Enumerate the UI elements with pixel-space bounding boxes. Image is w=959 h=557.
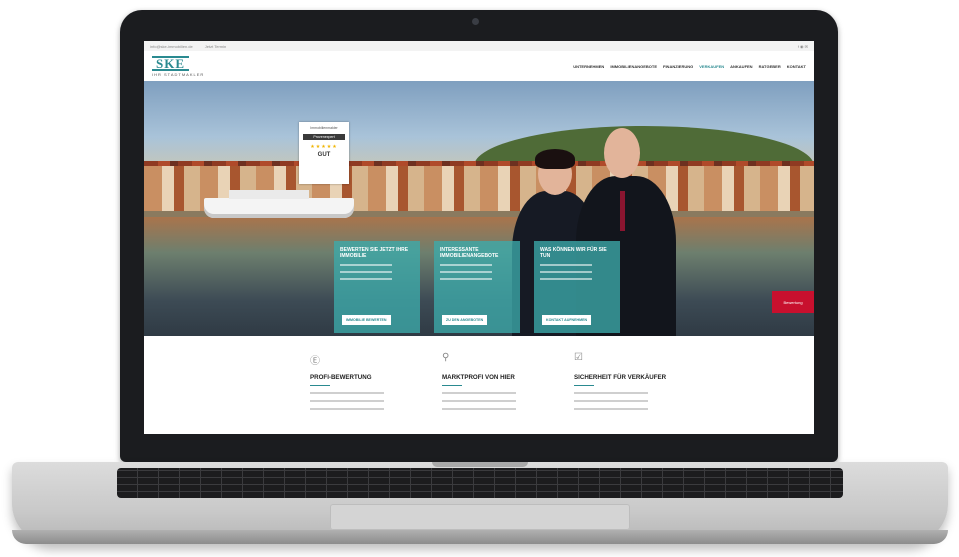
- immobilie-bewerten-button[interactable]: IMMOBILIE BEWERTEN: [342, 315, 391, 325]
- feature-text: [442, 400, 516, 402]
- topbar-email[interactable]: info@ske-immobilien.de: [150, 44, 193, 49]
- feature-text: [310, 408, 384, 410]
- feature-profi-bewertung: Ⓔ PROFI-BEWERTUNG: [310, 352, 384, 434]
- side-tab-bewertung[interactable]: Bewertung: [772, 291, 814, 313]
- social-icons[interactable]: f ◉ ✉: [798, 44, 808, 49]
- card-bullet: [340, 278, 392, 280]
- card-title: INTERESSANTE IMMOBILIENANGEBOTE: [440, 247, 499, 259]
- laptop-screen: info@ske-immobilien.de Jetzt Termin f ◉ …: [144, 41, 814, 434]
- site-logo[interactable]: SKE IHR STADTMAKLER: [152, 55, 205, 77]
- main-nav: UNTERNEHMEN IMMOBILIENANGEBOTE FINANZIER…: [573, 64, 806, 69]
- features-section: Ⓔ PROFI-BEWERTUNG ⚲ MARKTPROFI VON HIER …: [144, 336, 814, 434]
- feature-text: [442, 392, 516, 394]
- feature-text: [310, 400, 384, 402]
- card-bullet: [340, 271, 392, 273]
- logo-mark: SKE: [152, 55, 190, 71]
- card-bullet: [340, 264, 392, 266]
- feature-sicherheit: ☑ SICHERHEIT FÜR VERKÄUFER: [574, 352, 667, 434]
- top-bar: info@ske-immobilien.de Jetzt Termin f ◉ …: [144, 41, 814, 51]
- card-title: BEWERTEN SIE JETZT IHRE IMMOBILIE: [340, 247, 409, 259]
- feature-rule: [442, 385, 462, 386]
- nav-item-immobilienangebote[interactable]: IMMOBILIENANGEBOTE: [610, 64, 657, 69]
- logo-subtitle: IHR STADTMAKLER: [152, 71, 205, 77]
- checkbox-icon: ☑: [574, 352, 583, 363]
- card-bullet: [440, 271, 492, 273]
- hero-image: Immobilienmakler Provenexpert ★★★★★ GUT …: [144, 81, 814, 336]
- badge-brand: Provenexpert: [303, 134, 345, 140]
- nav-item-ankaufen[interactable]: ANKAUFEN: [730, 64, 752, 69]
- nav-item-ratgeber[interactable]: RATGEBER: [759, 64, 781, 69]
- card-angebote[interactable]: INTERESSANTE IMMOBILIENANGEBOTE ZU DEN A…: [434, 241, 520, 333]
- card-bullet: [540, 264, 592, 266]
- feature-text: [310, 392, 384, 394]
- euro-circle-icon: Ⓔ: [310, 356, 320, 367]
- webcam: [472, 18, 479, 25]
- badge-rating: GUT: [317, 152, 331, 158]
- trackpad: [330, 504, 630, 530]
- keyboard: [117, 468, 843, 498]
- nav-item-finanzierung[interactable]: FINANZIERUNG: [663, 64, 693, 69]
- nav-item-kontakt[interactable]: KONTAKT: [787, 64, 806, 69]
- lid-notch: [432, 462, 528, 467]
- person-man-head: [604, 128, 640, 178]
- zu-den-angeboten-button[interactable]: ZU DEN ANGEBOTEN: [442, 315, 488, 325]
- rating-stars-icon: ★★★★★: [310, 144, 338, 150]
- feature-text: [574, 392, 648, 394]
- site-header: SKE IHR STADTMAKLER UNTERNEHMEN IMMOBILI…: [144, 51, 814, 81]
- card-bullet: [440, 278, 492, 280]
- kontakt-aufnehmen-button[interactable]: KONTAKT AUFNEHMEN: [542, 315, 592, 325]
- provenexpert-badge[interactable]: Immobilienmakler Provenexpert ★★★★★ GUT: [299, 122, 349, 184]
- card-bullet: [540, 278, 592, 280]
- river-boat: [204, 190, 354, 218]
- card-bullet: [440, 264, 492, 266]
- feature-title: MARKTPROFI VON HIER: [442, 374, 515, 381]
- feature-rule: [574, 385, 594, 386]
- feature-title: SICHERHEIT FÜR VERKÄUFER: [574, 374, 667, 381]
- feature-text: [442, 408, 516, 410]
- card-kontakt[interactable]: WAS KÖNNEN WIR FÜR SIE TUN KONTAKT AUFNE…: [534, 241, 620, 333]
- feature-rule: [310, 385, 330, 386]
- person-woman-hair: [535, 149, 575, 169]
- feature-marktprofi: ⚲ MARKTPROFI VON HIER: [442, 352, 516, 434]
- location-pin-icon: ⚲: [442, 352, 450, 363]
- base-front-edge: [12, 530, 948, 544]
- laptop-base: [12, 462, 948, 544]
- badge-title: Immobilienmakler: [310, 126, 338, 130]
- nav-item-verkaufen[interactable]: VERKAUFEN: [699, 64, 724, 69]
- feature-title: PROFI-BEWERTUNG: [310, 374, 372, 381]
- tie: [620, 191, 625, 231]
- card-bullet: [540, 271, 592, 273]
- nav-item-unternehmen[interactable]: UNTERNEHMEN: [573, 64, 604, 69]
- feature-text: [574, 400, 648, 402]
- card-bewerten[interactable]: BEWERTEN SIE JETZT IHRE IMMOBILIE IMMOBI…: [334, 241, 420, 333]
- feature-text: [574, 408, 648, 410]
- topbar-appointment[interactable]: Jetzt Termin: [205, 44, 227, 49]
- card-title: WAS KÖNNEN WIR FÜR SIE TUN: [540, 247, 607, 259]
